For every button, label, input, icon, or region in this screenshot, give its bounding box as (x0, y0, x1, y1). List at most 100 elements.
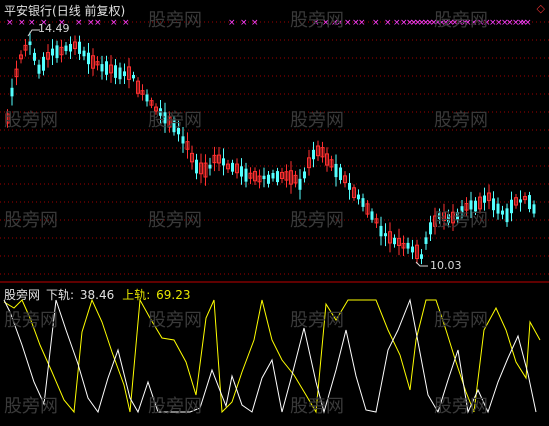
indicator-name: 股旁网 (4, 288, 41, 302)
watermark: 股旁网 (290, 210, 344, 231)
x-mark-icon: × (28, 18, 36, 28)
candle-body-down (379, 225, 383, 237)
candle-body-down (114, 65, 117, 78)
candle-body-down (370, 211, 374, 220)
x-mark-icon: × (18, 18, 26, 28)
candle-body-down (267, 174, 270, 184)
high-price-label: 14.49 (38, 22, 70, 35)
candle-body-down (276, 171, 279, 183)
lower-rail-value: 38.46 (79, 288, 115, 302)
candle-body-down (334, 163, 338, 178)
watermark: 股旁网 (290, 396, 344, 417)
lower-rail-label: 下轨: (46, 288, 75, 302)
chart-title: 平安银行(日线 前复权) (4, 2, 125, 19)
candle-body-down (37, 64, 41, 74)
candle-body-down (312, 149, 315, 160)
candle-body-down (105, 61, 108, 75)
low-price-label: 10.03 (430, 259, 462, 272)
candle-body-down (424, 237, 428, 244)
candle-body-down (55, 45, 59, 59)
diamond-icon[interactable]: ◇ (537, 2, 545, 15)
candle-body-down (496, 203, 500, 214)
candle-body-down (528, 195, 531, 210)
watermark: 股旁网 (290, 10, 344, 31)
watermark: 股旁网 (290, 110, 344, 131)
x-mark-icon: × (358, 18, 366, 28)
chart-mode: (日线 前复权) (52, 4, 126, 18)
price-gridlines (0, 21, 549, 275)
x-mark-icon: × (344, 18, 352, 28)
x-mark-icon: × (240, 18, 248, 28)
watermark: 股旁网 (148, 110, 202, 131)
watermark: 股旁网 (148, 396, 202, 417)
candle-body-down (384, 233, 387, 237)
candle-body-down (195, 159, 198, 174)
x-mark-icon: × (75, 18, 83, 28)
watermark: 股旁网 (290, 310, 344, 331)
candle-body-down (483, 195, 486, 203)
candle-body-down (244, 168, 248, 182)
upper-rail-label: 上轨: (122, 288, 151, 302)
candle-body-down (262, 175, 266, 180)
candle-body-down (51, 48, 54, 56)
candle-body-down (505, 208, 509, 223)
x-mark-icon: × (122, 18, 130, 28)
x-mark-icon: × (251, 18, 259, 28)
candle-body-down (411, 246, 414, 253)
candle-body-down (208, 164, 212, 169)
candle-body-down (339, 167, 342, 181)
watermark: 股旁网 (148, 210, 202, 231)
watermark: 股旁网 (148, 310, 202, 331)
candle-body-down (406, 242, 410, 249)
x-mark-icon: × (110, 18, 118, 28)
candle-body-down (118, 67, 122, 80)
candle-body-down (348, 182, 351, 190)
candle-body-down (145, 94, 149, 102)
candle-body-down (240, 166, 243, 177)
candle-body-down (181, 136, 185, 144)
upper-rail-value: 69.23 (156, 288, 191, 302)
x-mark-icon: × (384, 18, 392, 28)
candle-body-down (271, 172, 275, 179)
x-mark-icon: × (524, 18, 532, 28)
x-mark-icon: × (372, 18, 380, 28)
candle-body-down (429, 222, 432, 235)
candle-body-down (87, 52, 90, 65)
candle-body-down (532, 204, 536, 214)
candle-body-down (501, 210, 504, 215)
candle-body-down (519, 199, 522, 203)
candle-body-down (33, 52, 36, 61)
watermark: 股旁网 (4, 210, 58, 231)
watermark: 股旁网 (434, 210, 488, 231)
candle-body-down (78, 41, 81, 54)
candle-body-down (10, 87, 14, 97)
watermark: 股旁网 (148, 10, 202, 31)
watermark: 股旁网 (434, 10, 488, 31)
candle-body-down (357, 194, 360, 200)
x-mark-icon: × (94, 18, 102, 28)
watermark: 股旁网 (434, 310, 488, 331)
candle-body-down (69, 43, 72, 52)
watermark: 股旁网 (4, 396, 58, 417)
candle-body-down (28, 41, 32, 46)
candle-body-down (298, 178, 302, 190)
candle-body-down (82, 50, 86, 57)
indicator-header: 股旁网 下轨: 38.46 上轨: 69.23 (4, 286, 190, 303)
candle-body-down (123, 71, 126, 77)
watermark: 股旁网 (4, 310, 58, 331)
x-mark-icon: × (6, 18, 14, 28)
candle-body-down (64, 45, 68, 52)
watermark: 股旁网 (434, 110, 488, 131)
candle-body-down (303, 171, 306, 179)
x-mark-icon: × (228, 18, 236, 28)
candle-body-down (100, 64, 104, 72)
stock-name: 平安银行 (4, 4, 53, 18)
candle-body-down (42, 56, 45, 71)
candle-body-down (420, 254, 423, 259)
candle-body-down (222, 158, 225, 166)
candle-body-down (361, 198, 365, 207)
watermark: 股旁网 (4, 110, 58, 131)
candle-body-down (231, 162, 234, 172)
candle-body-down (510, 199, 513, 214)
candle-body-down (393, 237, 396, 245)
